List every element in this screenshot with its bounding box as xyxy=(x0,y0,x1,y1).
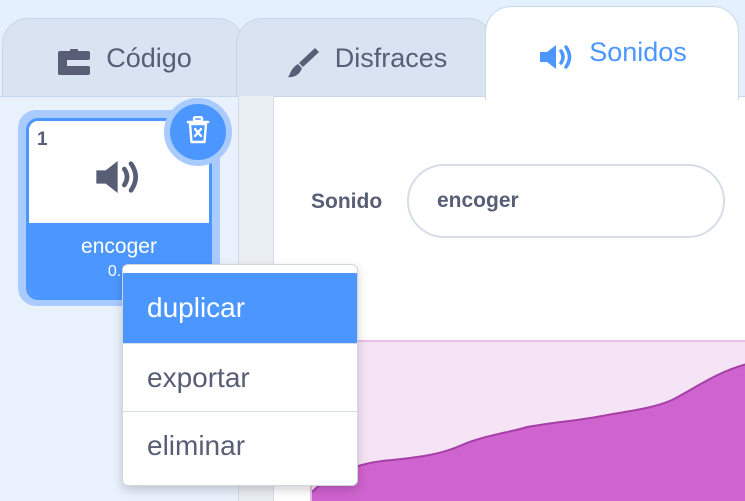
speaker-icon xyxy=(93,157,145,197)
context-menu: duplicar exportar eliminar xyxy=(122,264,358,486)
sound-waveform[interactable] xyxy=(310,340,745,501)
trash-icon xyxy=(186,115,210,149)
tab-costumes[interactable]: Disfraces xyxy=(236,18,494,100)
sound-name: encoger xyxy=(81,235,157,258)
tab-code[interactable]: Código xyxy=(2,18,244,100)
menu-item-delete[interactable]: eliminar xyxy=(123,411,357,479)
tab-code-label: Código xyxy=(106,43,192,73)
sound-index: 1 xyxy=(37,129,48,150)
speaker-icon xyxy=(537,37,577,77)
paintbrush-icon xyxy=(283,43,323,83)
tab-sounds-label: Sonidos xyxy=(589,37,687,67)
tab-sounds[interactable]: Sonidos xyxy=(485,6,739,100)
delete-sound-button[interactable] xyxy=(164,98,232,166)
tab-costumes-label: Disfraces xyxy=(334,43,448,73)
sound-name-input[interactable] xyxy=(407,164,725,238)
sound-name-label: Sonido xyxy=(311,190,383,213)
menu-item-export[interactable]: exportar xyxy=(123,343,357,411)
code-blocks-icon xyxy=(54,43,94,83)
menu-item-duplicate[interactable]: duplicar xyxy=(123,273,357,343)
waveform-graphic xyxy=(312,363,745,501)
